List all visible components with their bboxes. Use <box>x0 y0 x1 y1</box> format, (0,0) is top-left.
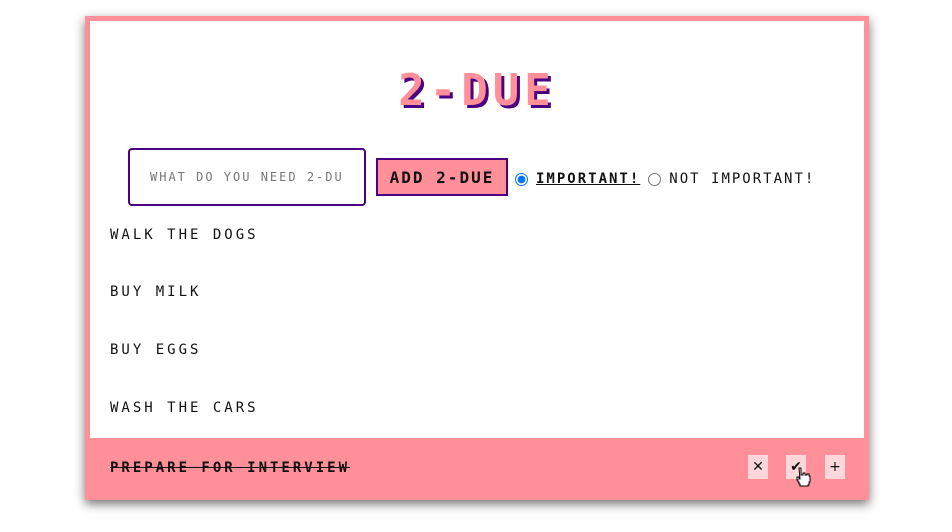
todo-app: 2-DUE ADD 2-DUE IMPORTANT! NOT IMPORTANT… <box>85 16 869 500</box>
add-todo-button[interactable]: ADD 2-DUE <box>376 158 508 196</box>
task-item[interactable]: BUY MILK <box>110 284 201 300</box>
important-radio-label[interactable]: IMPORTANT! <box>536 171 640 187</box>
hand-cursor-icon <box>796 467 811 487</box>
task-item[interactable]: WALK THE DOGS <box>110 227 259 243</box>
important-radio[interactable] <box>515 172 528 186</box>
app-title: 2-DUE <box>398 65 556 116</box>
todo-panel: 2-DUE ADD 2-DUE IMPORTANT! NOT IMPORTANT… <box>90 21 864 438</box>
not-important-radio-label[interactable]: NOT IMPORTANT! <box>669 171 815 187</box>
delete-task-button[interactable]: ✕ <box>748 455 768 479</box>
plus-icon: + <box>829 459 841 475</box>
task-item[interactable]: BUY EGGS <box>110 342 201 358</box>
close-icon: ✕ <box>752 459 764 475</box>
hovered-task-item[interactable]: PREPARE FOR INTERVIEW <box>110 460 350 476</box>
task-item[interactable]: WASH THE CARS <box>110 400 259 416</box>
not-important-radio[interactable] <box>648 172 662 186</box>
mark-important-button[interactable]: + <box>825 455 845 479</box>
todo-input[interactable] <box>128 148 366 206</box>
priority-radio-group: IMPORTANT! NOT IMPORTANT! <box>515 169 815 189</box>
